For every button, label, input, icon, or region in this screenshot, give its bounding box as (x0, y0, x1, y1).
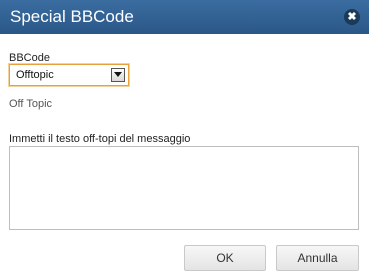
chevron-down-icon[interactable] (111, 68, 125, 82)
message-textarea[interactable] (9, 146, 359, 230)
bbcode-select[interactable]: Offtopic (9, 64, 129, 86)
ok-button[interactable]: OK (184, 245, 266, 271)
dialog-titlebar[interactable]: Special BBCode ✖ (0, 0, 369, 34)
cancel-button[interactable]: Annulla (276, 245, 359, 271)
bbcode-selected-value: Offtopic (16, 69, 54, 81)
close-icon[interactable]: ✖ (344, 9, 360, 25)
bbcode-label: BBCode (9, 52, 50, 64)
bbcode-preview-text: Off Topic (9, 98, 53, 110)
special-bbcode-dialog: Special BBCode ✖ BBCode Offtopic Off Top… (0, 0, 369, 280)
dialog-title: Special BBCode (10, 7, 134, 26)
message-label: Immetti il testo off-topi del messaggio (9, 133, 191, 145)
